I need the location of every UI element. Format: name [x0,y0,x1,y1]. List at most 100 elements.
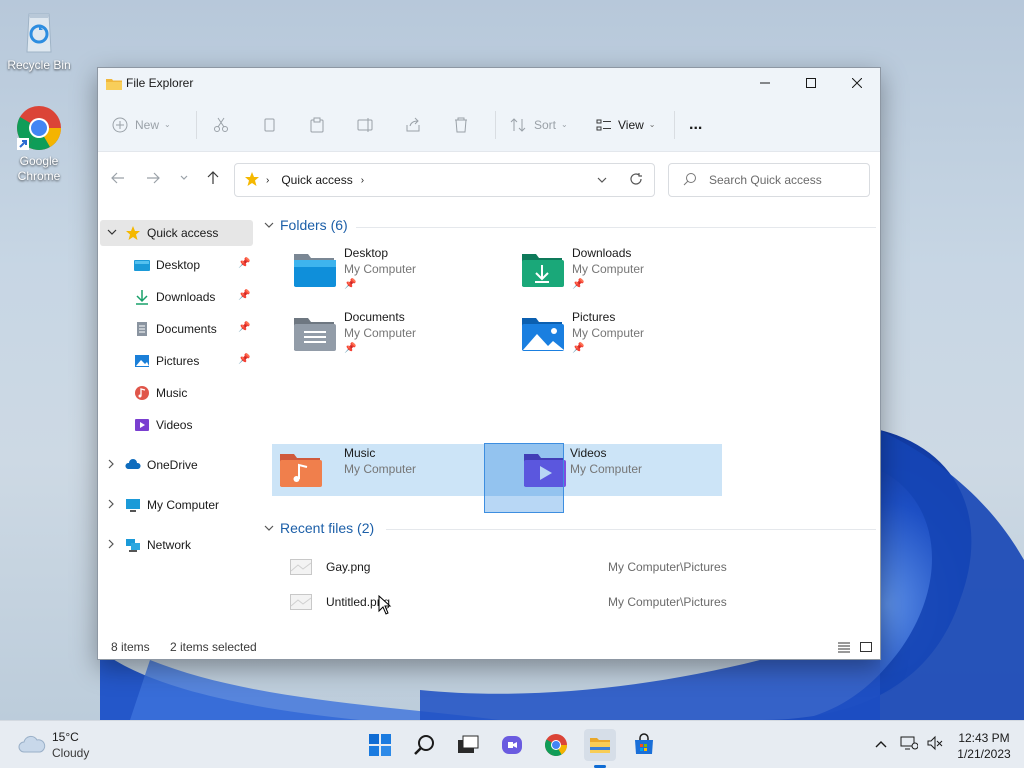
delete-button[interactable] [453,110,479,140]
folder-tile-downloads[interactable]: Downloads My Computer 📌 [500,246,730,298]
documents-folder-icon [292,314,338,354]
sort-icon [510,117,526,132]
recent-file-path: My Computer\Pictures [608,595,727,609]
task-view-button[interactable] [452,729,484,761]
sidebar-item-network[interactable]: Network [106,532,254,558]
sidebar-item-pictures[interactable]: Pictures 📌 [134,348,254,374]
folder-tile-documents[interactable]: Documents My Computer 📌 [272,310,502,362]
sidebar-item-music[interactable]: Music [134,380,254,406]
weather-widget[interactable]: 15°C Cloudy [18,730,108,762]
recent-file-row[interactable]: Gay.png My Computer\Pictures [272,556,742,578]
chevron-down-icon[interactable] [107,227,117,239]
recent-file-row[interactable]: Untitled.png My Computer\Pictures [272,591,742,615]
folder-tile-desktop[interactable]: Desktop My Computer 📌 [272,246,502,298]
chevron-down-icon: ⌄ [648,120,656,129]
see-more-button[interactable]: ... [689,110,702,140]
music-icon [134,385,150,401]
details-view-button[interactable] [838,641,850,656]
folder-name: Music [344,446,376,460]
search-icon [414,735,434,755]
divider [674,110,675,139]
sidebar-item-onedrive[interactable]: OneDrive [106,452,254,478]
sidebar-item-my-computer[interactable]: My Computer [106,492,254,518]
sort-button[interactable]: Sort ⌄ [510,110,574,140]
picture-icon [134,353,150,369]
start-button[interactable] [364,729,396,761]
chrome-icon [545,734,567,756]
folder-location: My Computer [344,462,417,476]
sidebar-item-desktop[interactable]: Desktop 📌 [134,252,254,278]
rename-button[interactable] [357,110,383,140]
recycle-bin-icon [15,8,63,56]
network-tray-icon[interactable] [900,735,919,754]
file-explorer-taskbar-button[interactable] [584,729,616,768]
clock[interactable]: 12:43 PM 1/21/2023 [952,730,1016,762]
copy-button[interactable] [261,110,287,140]
title-bar[interactable]: File Explorer [98,68,880,98]
downloads-folder-icon [520,250,566,290]
task-view-icon [458,735,479,753]
refresh-icon[interactable] [629,172,643,189]
folder-location: My Computer [572,326,645,340]
video-icon [134,417,150,433]
sidebar-item-documents[interactable]: Documents 📌 [134,316,254,342]
minimize-button[interactable] [742,68,788,98]
chrome-taskbar-button[interactable] [540,729,572,761]
folder-tile-pictures[interactable]: Pictures My Computer 📌 [500,310,730,362]
forward-button[interactable] [145,170,161,189]
view-icon [596,119,611,130]
folder-tile-music[interactable]: Music My Computer [272,444,484,496]
folders-section-header[interactable]: Folders (6) [264,217,348,233]
sidebar-item-downloads[interactable]: Downloads 📌 [134,284,254,310]
up-button[interactable] [205,170,221,189]
cut-button[interactable] [213,110,239,140]
folder-icon [106,77,122,90]
new-label: New [135,117,160,132]
sidebar-item-label: Desktop [156,258,201,272]
paste-button[interactable] [309,110,335,140]
sidebar-item-quick-access[interactable]: Quick access [100,220,253,246]
address-dropdown-icon[interactable] [597,174,607,188]
recent-files-section-header[interactable]: Recent files (2) [264,520,374,536]
search-box[interactable]: Search Quick access [668,163,870,197]
volume-tray-icon[interactable] [926,735,944,754]
tiles-view-button[interactable] [860,641,872,656]
address-bar[interactable]: › Quick access › [234,163,655,197]
sidebar-item-label: My Computer [147,498,220,512]
minimize-icon [760,82,770,84]
show-hidden-icons-button[interactable] [874,738,888,752]
desktop-icon-recycle-bin[interactable]: Recycle Bin [3,8,75,73]
arrow-up-icon [207,171,219,184]
chevron-up-icon [875,741,887,748]
computer-icon [125,497,141,513]
sidebar-item-videos[interactable]: Videos [134,412,254,438]
music-folder-icon [278,450,324,490]
list-view-icon [838,642,850,653]
breadcrumb-quick-access[interactable]: Quick access [281,173,352,187]
back-button[interactable] [110,170,126,189]
maximize-button[interactable] [788,68,834,98]
chevron-right-icon[interactable] [106,458,116,472]
document-icon [134,321,150,337]
plus-icon [112,117,128,132]
chevron-right-icon[interactable] [106,538,116,552]
view-button[interactable]: View ⌄ [596,110,662,140]
recent-locations-button[interactable] [179,172,189,186]
share-button[interactable] [405,110,431,140]
scissors-icon [214,117,228,132]
chevron-right-icon[interactable] [106,498,116,512]
chevron-down-icon [264,525,274,531]
desktop-icon-label: Recycle Bin [7,58,71,72]
divider [356,227,876,228]
pin-icon: 📌 [238,290,251,301]
folder-location: My Computer [570,462,643,476]
search-button[interactable] [408,729,440,761]
new-button[interactable]: New ⌄ [112,110,180,140]
command-bar: New ⌄ Sort ⌄ View ⌄ ... [98,98,880,152]
store-button[interactable] [628,729,660,761]
teams-chat-button[interactable] [496,729,528,761]
desktop-icon-google-chrome[interactable]: Google Chrome [3,104,75,184]
chevron-right-icon[interactable]: › [361,175,364,186]
close-button[interactable] [834,68,880,98]
download-icon [134,289,150,305]
